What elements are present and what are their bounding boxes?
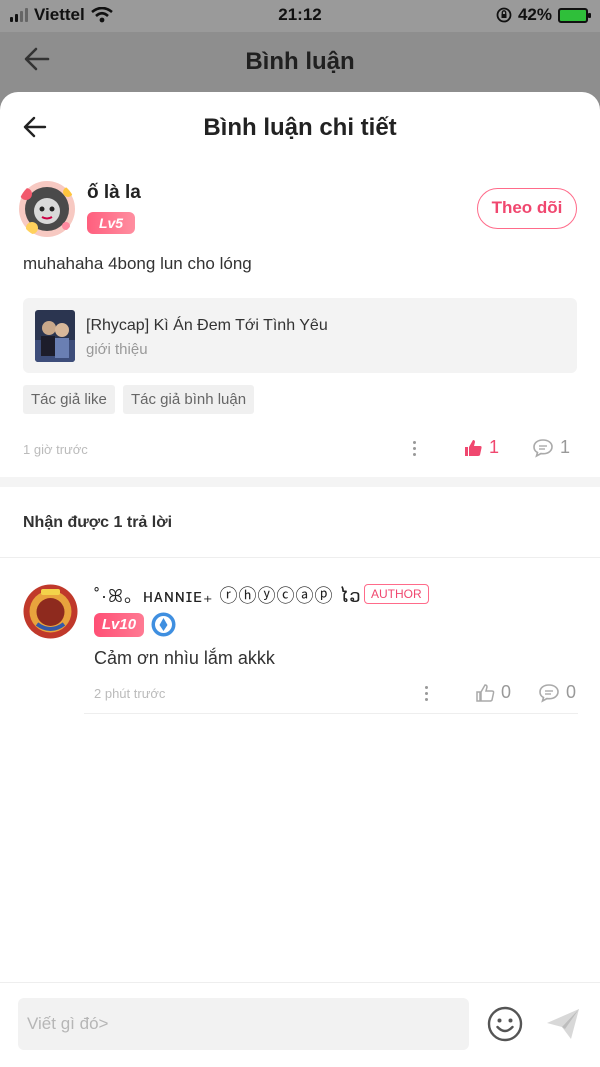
reply-reply-button[interactable]: 0 [538, 682, 576, 703]
status-right: 42% [496, 5, 591, 25]
background-title: Bình luận [245, 48, 355, 75]
battery-icon [558, 7, 591, 23]
comment-timestamp: 1 giờ trước [23, 442, 88, 457]
more-options-icon[interactable] [425, 686, 429, 704]
send-icon[interactable] [544, 1005, 582, 1043]
thumbs-up-outline-icon [476, 683, 495, 702]
story-subtitle: giới thiệu [86, 341, 148, 358]
story-card[interactable]: [Rhycap] Kì Án Đem Tới Tình Yêu giới thi… [23, 298, 577, 373]
comment-bubble-icon [539, 683, 559, 703]
like-button[interactable]: 1 [463, 437, 499, 458]
reply-avatar[interactable] [23, 584, 78, 639]
reply-like-button[interactable]: 0 [475, 682, 511, 703]
divider [84, 713, 578, 714]
background-header: Bình luận [0, 32, 600, 92]
page-title: Bình luận chi tiết [203, 114, 397, 141]
reply-timestamp: 2 phút trước [94, 686, 166, 701]
story-thumbnail [35, 310, 75, 362]
level-badge: Lv10 [94, 613, 144, 637]
comment-username[interactable]: ố là la [87, 182, 141, 204]
divider [0, 557, 600, 558]
author-badge: AUTHOR [364, 584, 429, 604]
sheet-header: Bình luận chi tiết [0, 92, 600, 162]
level-badge: Lv5 [87, 212, 135, 234]
reply-count: 1 [560, 437, 571, 457]
comment-composer [0, 982, 600, 1067]
like-count: 1 [489, 437, 500, 457]
comment-detail-sheet: Bình luận chi tiết ố là la Lv5 Theo dõi … [0, 92, 600, 1067]
reply-text: Cảm ơn nhìu lắm akkk [94, 648, 275, 668]
orientation-lock-icon [496, 7, 512, 23]
more-options-icon[interactable] [413, 441, 417, 459]
vip-badge-icon [151, 612, 176, 637]
tag-author-like: Tác giả like [23, 385, 115, 414]
story-title: [Rhycap] Kì Án Đem Tới Tình Yêu [86, 317, 328, 334]
reply-reply-count: 0 [566, 682, 577, 702]
reply-like-count: 0 [501, 682, 512, 702]
battery-percent: 42% [517, 5, 552, 24]
thumbs-up-icon [465, 439, 482, 456]
follow-button[interactable]: Theo dõi [477, 188, 577, 229]
replies-header: Nhận được 1 trả lời [23, 514, 173, 531]
comment-bubble-icon [533, 438, 553, 458]
status-bar: Viettel 21:12 42% [0, 0, 600, 32]
emoji-icon[interactable] [486, 1005, 524, 1043]
reply-username[interactable]: ˚·ꕤ。ʜᴀɴɴɪᴇ₊ ⓡⓗⓨⓒⓐⓟ ໄວ [94, 582, 362, 608]
reply-count-button[interactable]: 1 [532, 437, 570, 458]
section-divider [0, 477, 600, 487]
comment-input[interactable] [18, 998, 469, 1050]
avatar[interactable] [18, 180, 76, 238]
tag-author-comment: Tác giả bình luận [123, 385, 255, 414]
comment-text: muhahaha 4bong lun cho lóng [23, 254, 252, 273]
